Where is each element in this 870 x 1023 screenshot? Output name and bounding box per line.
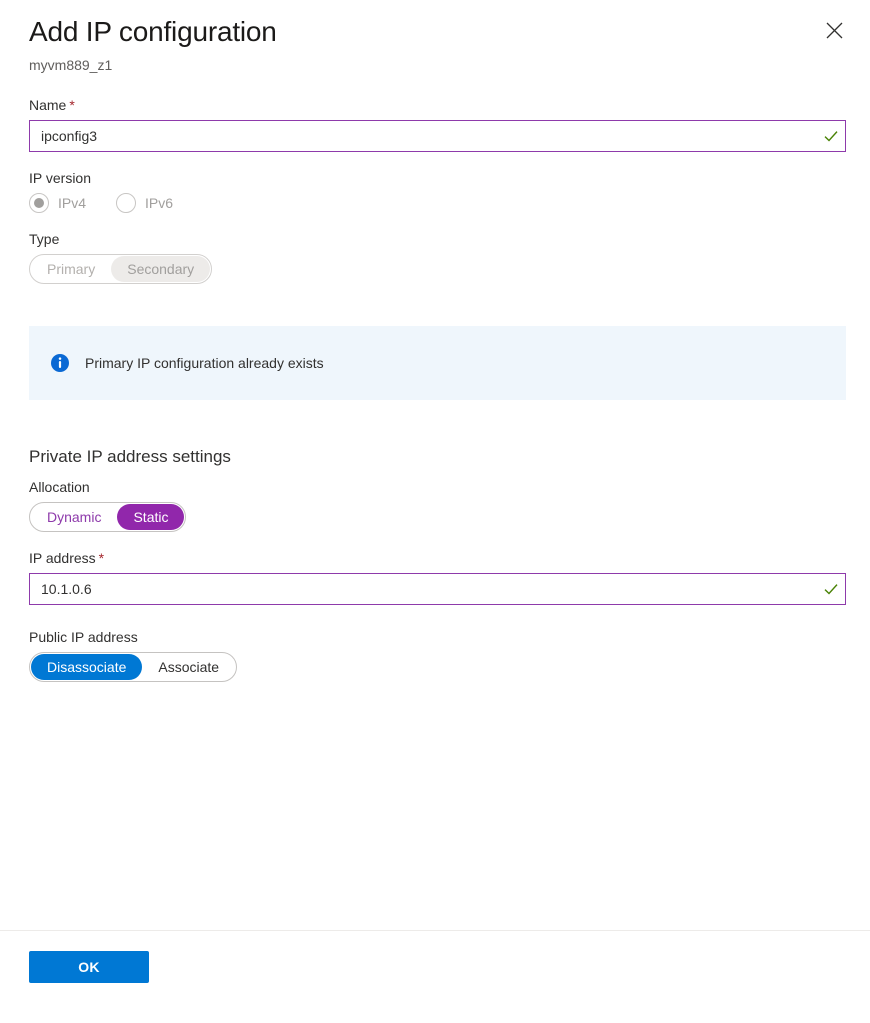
radio-item-ipv4: IPv4	[29, 193, 86, 213]
radio-label-ipv6: IPv6	[145, 195, 174, 211]
name-required-marker: *	[69, 97, 75, 113]
radio-button-ipv6	[116, 193, 137, 213]
panel-subtitle: myvm889_z1	[29, 57, 113, 73]
public-ip-option-associate[interactable]: Associate	[142, 654, 235, 680]
radio-button-ipv4	[29, 193, 49, 213]
panel-header: Add IP configuration myvm889_z1	[0, 0, 870, 75]
type-option-secondary: Secondary	[111, 256, 211, 282]
name-input-wrapper[interactable]	[29, 120, 846, 152]
ip-address-label-text: IP address	[29, 550, 96, 566]
checkmark-icon	[817, 581, 845, 597]
public-ip-label: Public IP address	[29, 629, 138, 645]
info-banner-message: Primary IP configuration already exists	[85, 355, 324, 371]
ip-address-required-marker: *	[98, 550, 105, 566]
ip-address-input-wrapper[interactable]	[29, 573, 846, 605]
panel-footer: OK	[0, 930, 870, 1023]
page-title: Add IP configuration	[29, 16, 277, 47]
add-ip-configuration-panel: Add IP configuration myvm889_z1 Name * i…	[0, 0, 870, 1023]
panel-body: Name* IP version IPv4 IPv6 Type	[0, 75, 870, 930]
name-input[interactable]	[30, 121, 817, 151]
radio-label-ipv4: IPv4	[58, 195, 87, 211]
type-option-primary: Primary	[47, 261, 96, 277]
info-circle-icon	[51, 354, 69, 372]
close-button[interactable]	[816, 12, 852, 48]
allocation-option-static[interactable]: Static	[117, 504, 185, 530]
info-banner: Primary IP configuration already exists	[29, 326, 846, 400]
ip-address-field-label: IP address *	[29, 548, 841, 568]
name-label-text: Name	[29, 97, 67, 113]
private-ip-section-title: Private IP address settings	[29, 447, 231, 466]
allocation-toggle-group[interactable]: Dynamic Static	[29, 502, 187, 532]
public-ip-option-disassociate[interactable]: Disassociate	[31, 654, 143, 680]
allocation-label: Allocation	[29, 479, 90, 495]
ip-address-input[interactable]	[30, 574, 817, 604]
ip-version-radio-group: IPv4 IPv6	[29, 193, 841, 213]
allocation-option-dynamic[interactable]: Dynamic	[31, 504, 117, 530]
close-icon	[826, 22, 843, 39]
public-ip-toggle-group[interactable]: Disassociate Associate	[29, 652, 238, 682]
name-field-label: Name *	[29, 95, 841, 115]
checkmark-icon	[817, 128, 845, 144]
type-toggle-group: Primary Secondary	[29, 254, 213, 284]
radio-item-ipv6: IPv6	[116, 193, 173, 213]
type-label: Type	[29, 231, 60, 247]
ok-button[interactable]: OK	[29, 951, 149, 983]
ip-version-label: IP version	[29, 170, 91, 186]
